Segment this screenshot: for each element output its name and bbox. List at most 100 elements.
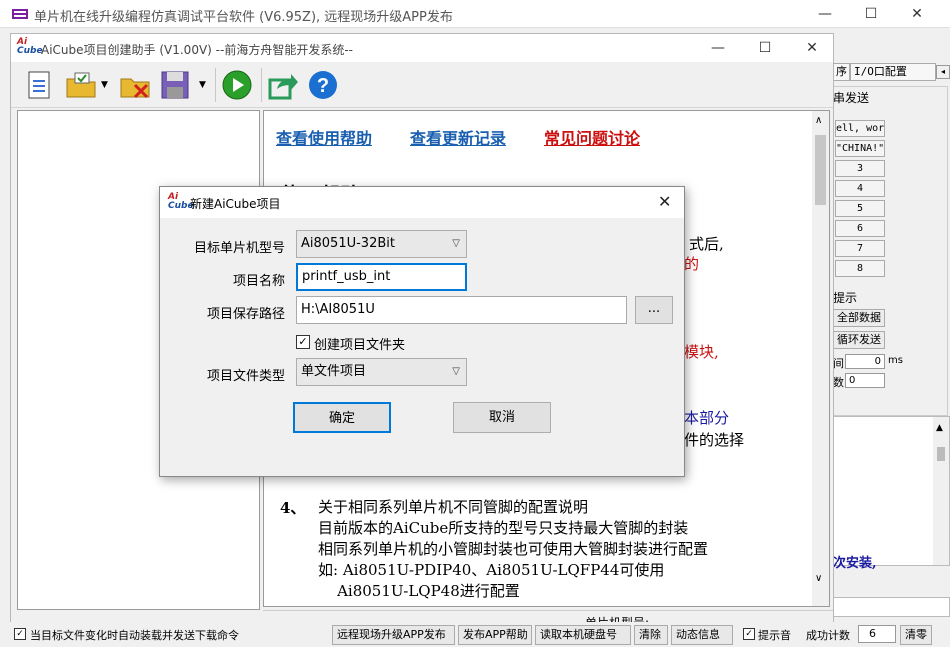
text-fragment-4: 本部分 [684,409,730,427]
remote-upgrade-button[interactable]: 远程现场升级APP发布 [332,625,455,645]
scroll-up-icon[interactable]: ∧ [815,115,822,126]
interval-input[interactable]: 0 [845,354,885,369]
help-scrollbar[interactable]: ∧ ∨ [812,111,829,606]
dialog-title-bar: Ai Cube 新建AiCube项目 ✕ [160,187,684,218]
cancel-button[interactable]: 取消 [453,402,551,433]
interval-label: 间 [833,357,844,370]
toolbar-separator [215,68,216,102]
item-4-line-2: 目前版本的AiCube所支持的型号只支持最大管脚的封装 [318,519,689,537]
install-text: 次安装, [833,556,877,571]
save-path-label: 项目保存路径 [206,307,285,322]
aicube-logo-icon: Ai Cube [168,192,194,211]
link-faq[interactable]: 常见问题讨论 [544,125,640,149]
create-folder-checkbox[interactable]: ✓ [296,335,310,349]
export-icon[interactable] [267,69,299,101]
tab-scroll-arrow[interactable]: ◂ [936,65,950,79]
publish-help-button[interactable]: 发布APP帮助 [458,625,532,645]
mcu-model-value: Ai8051U-32Bit [301,236,395,251]
text-fragment-3: 模块, [684,343,719,361]
text-fragment-1: 式后, [689,235,724,253]
close-project-icon[interactable] [119,69,151,101]
project-name-input[interactable]: printf_usb_int [296,263,467,291]
send-box-6[interactable]: 6 [835,220,885,237]
send-box-5[interactable]: 5 [835,200,885,217]
outer-close-button[interactable]: ✕ [902,4,932,24]
run-icon[interactable] [221,69,253,101]
auto-load-checkbox[interactable]: ✓ [14,628,26,640]
tab-io-config[interactable]: I/O口配置 [850,63,936,81]
loop-send-button[interactable]: 循环发送 [833,331,885,349]
mcu-model-select[interactable]: Ai8051U-32Bit ▽ [296,230,467,258]
inner-window-title: AiCube项目创建助手 (V1.00V) --前海方舟智能开发系统-- [41,43,353,57]
inner-close-button[interactable]: ✕ [797,38,827,58]
outer-maximize-button[interactable]: ☐ [856,4,886,24]
help-scroll-thumb[interactable] [815,135,826,205]
interval-unit: ms [888,355,903,366]
clear-button[interactable]: 清除 [634,625,668,645]
mcu-model-label: 目标单片机型号 [193,241,285,256]
send-box-3[interactable]: 3 [835,160,885,177]
animation-button[interactable]: 动态信息 [671,625,733,645]
help-icon[interactable]: ? [307,69,339,101]
new-project-dialog: Ai Cube 新建AiCube项目 ✕ 目标单片机型号 Ai8051U-32Bi… [159,186,685,477]
success-count-label: 成功计数 [806,629,850,642]
outer-title-bar: 单片机在线升级编程仿真调试平台软件 (V6.95Z), 远程现场升级APP发布 … [0,0,950,28]
new-document-icon[interactable] [23,69,55,101]
all-data-button[interactable]: 全部数据 [833,309,885,327]
send-box-4[interactable]: 4 [835,180,885,197]
link-view-help[interactable]: 查看使用帮助 [276,125,372,149]
toolbar: ▼ ▼ ? [11,62,833,108]
text-fragment-5: 件的选择 [684,431,745,449]
send-box-8[interactable]: 8 [835,260,885,277]
outer-bottom-bar: ✓ 当目标文件变化时自动装载并发送下载命令 远程现场升级APP发布 发布APP帮… [0,622,950,647]
send-box-2[interactable]: "CHINA!" [835,140,885,157]
open-folder-icon[interactable] [65,69,97,101]
open-dropdown-icon[interactable]: ▼ [101,80,108,90]
item-4-line-3: 相同系列单片机的小管脚封装也可使用大管脚封装进行配置 [318,540,709,558]
send-group: 串发送 ell, wor "CHINA!" 3 4 5 6 7 8 提示 全部数… [832,86,948,416]
inner-minimize-button[interactable]: — [703,38,733,58]
inner-maximize-button[interactable]: ☐ [750,38,780,58]
outer-minimize-button[interactable]: — [810,4,840,24]
save-dropdown-icon[interactable]: ▼ [199,80,206,90]
success-count-value: 6 [858,625,896,643]
app-logo-icon [12,9,28,19]
tip-sound-checkbox[interactable]: ✓ [743,628,755,640]
scroll-thumb[interactable] [937,447,945,461]
auto-load-label: 当目标文件变化时自动装载并发送下载命令 [30,629,239,642]
link-view-updates[interactable]: 查看更新记录 [410,125,506,149]
inner-title-bar: Ai Cube AiCube项目创建助手 (V1.00V) --前海方舟智能开发系… [11,34,833,62]
log-scrollbar[interactable]: ▲ [933,417,949,565]
save-path-input[interactable]: H:\AI8051U [296,296,627,324]
tab-partial[interactable]: 序 [832,63,850,81]
chevron-down-icon: ▽ [452,238,460,249]
read-disk-id-button[interactable]: 读取本机硬盘号 [535,625,631,645]
dialog-title: 新建AiCube项目 [190,197,281,211]
tip-sound-label: 提示音 [758,629,791,642]
project-name-label: 项目名称 [232,274,285,289]
reset-count-button[interactable]: 清零 [900,625,932,645]
dialog-close-button[interactable]: ✕ [658,192,671,211]
file-type-value: 单文件项目 [301,364,367,379]
file-type-label: 项目文件类型 [206,369,285,384]
svg-text:?: ? [317,75,329,97]
ok-button[interactable]: 确定 [293,402,391,433]
save-icon[interactable] [159,69,191,101]
scroll-up-icon[interactable]: ▲ [936,423,943,433]
send-group-header: 串发送 [833,91,870,105]
toolbar-separator [261,68,262,102]
browse-button[interactable]: ... [635,296,673,324]
send-box-7[interactable]: 7 [835,240,885,257]
bottom-input[interactable] [832,597,950,617]
count-label: 数 [833,376,844,389]
create-folder-label: 创建项目文件夹 [314,338,406,353]
count-input[interactable]: 0 [845,373,885,388]
send-box-1[interactable]: ell, wor [835,120,885,137]
chevron-down-icon: ▽ [452,366,460,377]
hint-label: 提示 [833,291,858,305]
item-4-number: 4、 [280,499,306,517]
item-4-line-5: Ai8051U-LQP48进行配置 [318,582,520,600]
scroll-down-icon[interactable]: ∨ [815,573,822,584]
log-area: 次安装, ▲ [832,416,950,571]
file-type-select[interactable]: 单文件项目 ▽ [296,358,467,386]
